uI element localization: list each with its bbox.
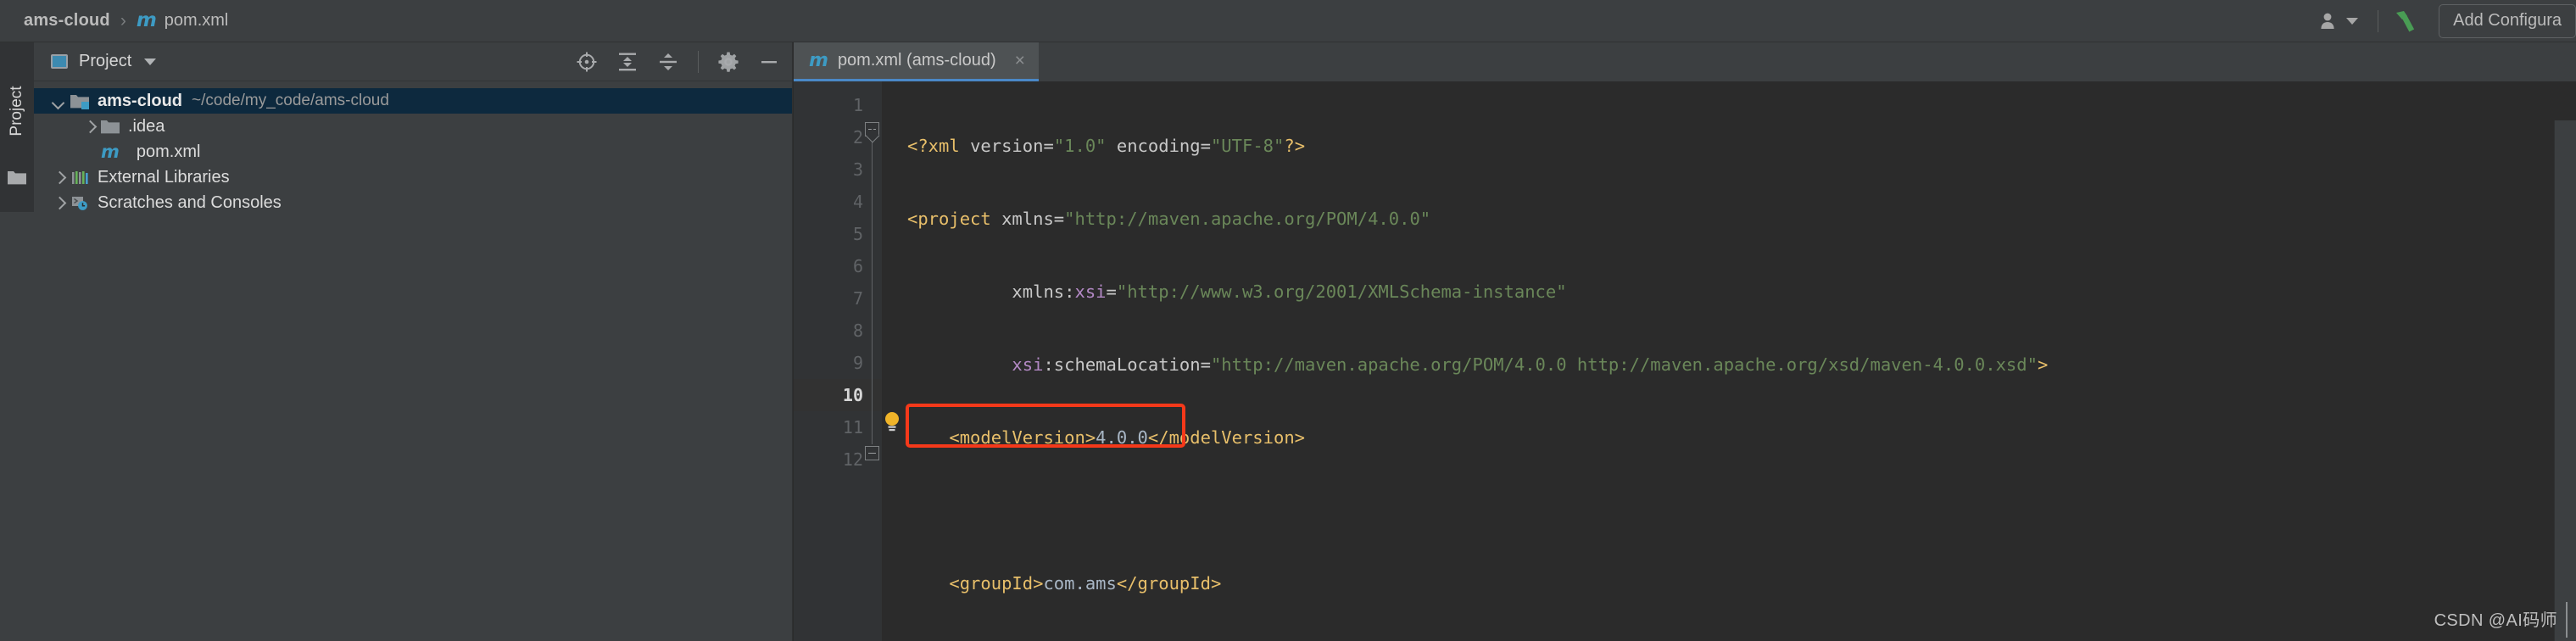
editor-area: m pom.xml (ams-cloud) × 1 2 3 4 5 6 7 8 …: [794, 42, 2576, 641]
tree-node-label: pom.xml: [136, 142, 201, 161]
expand-all-icon[interactable]: [616, 51, 638, 73]
chevron-down-icon[interactable]: [144, 58, 157, 65]
toolbar-divider: [698, 50, 699, 73]
folder-icon: [8, 170, 26, 189]
tree-row[interactable]: Scratches and Consoles: [34, 190, 792, 215]
close-icon[interactable]: ×: [1015, 52, 1025, 70]
code-line-7: <groupId>com.ams</groupId>: [949, 573, 1222, 594]
editor-tab-pom-xml[interactable]: m pom.xml (ams-cloud) ×: [794, 42, 1039, 81]
user-profile-icon[interactable]: [2310, 10, 2367, 32]
project-panel-title: Project: [79, 52, 132, 70]
editor-tab-label: pom.xml (ams-cloud): [837, 51, 996, 70]
code-line-5: <modelVersion>4.0.0</modelVersion>: [949, 427, 1306, 448]
left-tool-strip: Project: [0, 42, 34, 641]
editor-gutter: 1 2 3 4 5 6 7 8 9 10 11 12: [794, 81, 882, 641]
settings-gear-icon[interactable]: [717, 51, 739, 73]
chevron-down-icon: [2346, 17, 2359, 25]
code-line-3: xmlns:xsi="http://www.w3.org/2001/XMLSch…: [1012, 281, 1567, 302]
tree-node-path: ~/code/my_code/ams-cloud: [192, 92, 389, 109]
tree-node-label: Scratches and Consoles: [98, 192, 282, 212]
watermark-caret: [2566, 602, 2568, 638]
scratches-consoles-icon: [70, 195, 89, 211]
tree-row[interactable]: ams-cloud ~/code/my_code/ams-cloud: [34, 88, 792, 114]
fold-collapse-end-icon[interactable]: [865, 446, 879, 460]
left-strip-project-label: Project: [8, 86, 25, 137]
project-tool-window: Project ams-cloud ~/code/my_code/ams-clo…: [34, 42, 793, 641]
hide-panel-icon[interactable]: [758, 51, 780, 73]
select-opened-file-icon[interactable]: [576, 51, 598, 73]
tree-row[interactable]: m pom.xml: [34, 139, 792, 164]
hammer-build-icon[interactable]: [2393, 8, 2422, 34]
project-panel-toolbar: [576, 50, 785, 73]
tree-row[interactable]: External Libraries: [34, 164, 792, 190]
breadcrumb: ams-cloud › m pom.xml: [24, 11, 228, 31]
editor-tab-bar: m pom.xml (ams-cloud) ×: [794, 42, 2576, 81]
chevron-right-icon[interactable]: [53, 197, 64, 209]
maven-m-icon: m: [101, 141, 120, 162]
chevron-right-icon[interactable]: [53, 171, 64, 183]
ide-window: ams-cloud › m pom.xml Add Configura Proj…: [0, 0, 2576, 641]
tree-node-label: .idea: [128, 116, 165, 136]
breadcrumb-separator-icon: ›: [120, 10, 126, 31]
breadcrumb-file[interactable]: pom.xml: [164, 11, 229, 31]
chevron-right-icon[interactable]: [83, 120, 95, 132]
code-text[interactable]: <?xml version="1.0" encoding="UTF-8"?> <…: [882, 81, 2576, 641]
project-panel-header: Project: [34, 42, 792, 81]
tree-node-label: ams-cloud: [98, 91, 183, 110]
breadcrumb-project[interactable]: ams-cloud: [24, 11, 110, 31]
code-editor[interactable]: 1 2 3 4 5 6 7 8 9 10 11 12 <?xml version…: [794, 81, 2576, 641]
project-tree: ams-cloud ~/code/my_code/ams-cloud .idea…: [34, 81, 792, 215]
folder-icon: [101, 119, 120, 135]
top-breadcrumb-bar: ams-cloud › m pom.xml Add Configura: [0, 0, 2576, 42]
add-configuration-button[interactable]: Add Configura: [2439, 3, 2576, 38]
maven-m-icon: m: [136, 9, 157, 31]
tree-row[interactable]: .idea: [34, 114, 792, 139]
code-line-4: xsi:schemaLocation="http://maven.apache.…: [1012, 354, 2049, 375]
code-folding-column[interactable]: [863, 81, 882, 641]
left-strip-empty: [0, 212, 34, 641]
code-line-2: <project xmlns="http://maven.apache.org/…: [907, 209, 1431, 229]
project-window-icon: [51, 54, 68, 69]
maven-m-icon: m: [809, 49, 828, 71]
editor-marker-strip[interactable]: [2554, 120, 2576, 641]
tree-node-label: External Libraries: [98, 167, 230, 187]
left-strip-project-tab[interactable]: Project: [0, 42, 34, 212]
chevron-down-icon[interactable]: [53, 95, 64, 107]
collapse-all-icon[interactable]: [657, 51, 679, 73]
code-line-1: <?xml version="1.0" encoding="UTF-8"?>: [907, 136, 1306, 156]
external-libraries-icon: [70, 170, 89, 186]
top-right-toolbar: Add Configura: [2310, 3, 2576, 38]
watermark-text: CSDN @AI码师: [2434, 611, 2557, 630]
module-folder-icon: [70, 93, 89, 109]
